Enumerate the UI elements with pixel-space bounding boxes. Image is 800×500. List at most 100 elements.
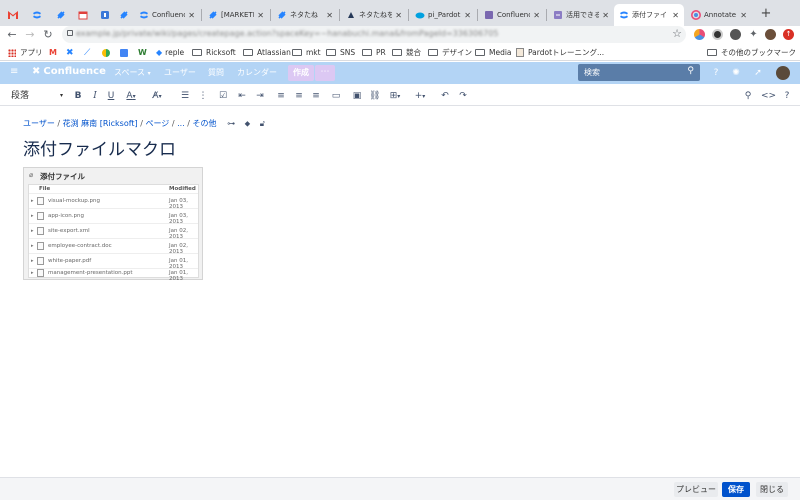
table-row[interactable]: ▸ white-paper.pdf Jan 01, 2013 xyxy=(29,253,198,270)
tag-icon[interactable]: ⬥ xyxy=(245,119,251,128)
close-tab-icon[interactable]: ✕ xyxy=(672,11,679,20)
expand-arrow-icon[interactable]: ▸ xyxy=(31,270,34,276)
close-button[interactable]: 閉じる xyxy=(756,482,788,497)
close-tab-icon[interactable]: ✕ xyxy=(257,11,264,20)
bookmark-folder-pr[interactable]: PR xyxy=(362,46,386,59)
redo-button[interactable]: ↷ xyxy=(458,89,468,103)
italic-button[interactable]: I xyxy=(90,89,100,103)
insert-image-button[interactable]: ▣ xyxy=(352,89,362,103)
notifications-icon[interactable]: ✺ xyxy=(729,66,743,80)
restrictions-lock-icon[interactable]: 🔓︎ xyxy=(260,119,265,128)
extension-icon[interactable] xyxy=(730,29,741,40)
tab[interactable]: [MARKETI ✕ xyxy=(203,4,269,26)
tab[interactable] xyxy=(27,4,49,26)
bold-button[interactable]: B xyxy=(73,89,83,103)
save-button[interactable]: 保存 xyxy=(722,482,750,497)
close-tab-icon[interactable]: ✕ xyxy=(464,11,471,20)
tab[interactable]: ネタたね ✕ xyxy=(272,4,338,26)
tab[interactable] xyxy=(51,4,73,26)
find-icon[interactable]: ⚲ xyxy=(742,89,754,103)
bookmark-folder-media[interactable]: Media xyxy=(475,46,512,59)
help-icon[interactable]: ? xyxy=(782,89,792,103)
indent-button[interactable]: ⇥ xyxy=(255,89,265,103)
create-button[interactable]: 作成 xyxy=(288,65,314,81)
breadcrumb-item[interactable]: 花渕 麻南 [Ricksoft] xyxy=(63,119,138,128)
tab[interactable]: Confluence ✕ xyxy=(479,4,545,26)
bookmark-jira[interactable]: ⟋ xyxy=(84,46,90,59)
page-tree-icon[interactable]: ⊶ xyxy=(227,119,235,128)
hamburger-menu-icon[interactable]: ≡ xyxy=(10,66,18,77)
bullet-list-button[interactable]: ☰ xyxy=(180,89,190,103)
update-icon[interactable]: ↑ xyxy=(783,29,794,40)
source-editor-icon[interactable]: <> xyxy=(761,89,776,103)
insert-link-button[interactable]: ⛓ xyxy=(369,89,380,103)
align-left-button[interactable]: ≡ xyxy=(276,89,286,103)
bookmark-folder-design[interactable]: デザイン xyxy=(428,46,472,59)
bookmark-folder-competitors[interactable]: 競合 xyxy=(392,46,421,59)
help-icon[interactable]: ? xyxy=(709,66,723,80)
bookmark-pardot[interactable]: Pardotトレーニング... xyxy=(516,46,604,59)
table-row[interactable]: ▸ management-presentation.ppt Jan 01, 20… xyxy=(29,268,198,282)
table-row[interactable]: ▸ employee-contract.doc Jan 02, 2013 xyxy=(29,238,198,255)
bookmark-gmail[interactable]: M xyxy=(49,46,57,59)
bookmark-folder-atlassian[interactable]: Atlassian xyxy=(243,46,291,59)
bookmark-reple[interactable]: ◆ reple xyxy=(156,46,184,59)
search-input[interactable]: 検索 ⚲ xyxy=(578,64,700,81)
tab[interactable] xyxy=(73,4,95,26)
preview-button[interactable]: プレビュー xyxy=(674,482,718,497)
forward-icon[interactable]: → xyxy=(22,27,38,43)
user-avatar[interactable] xyxy=(776,66,790,80)
expand-arrow-icon[interactable]: ▸ xyxy=(31,198,34,204)
confluence-logo[interactable]: ✖ Confluence xyxy=(32,66,106,77)
close-tab-icon[interactable]: ✕ xyxy=(395,11,402,20)
tab[interactable]: Annotate ✕ xyxy=(686,4,752,26)
table-row[interactable]: ▸ site-export.xml Jan 02, 2013 xyxy=(29,223,198,240)
reload-icon[interactable]: ↻ xyxy=(40,27,56,43)
more-formatting-button[interactable]: A̸▾ xyxy=(148,89,166,103)
breadcrumb-item[interactable]: その他 xyxy=(193,119,217,128)
nav-people[interactable]: ユーザー xyxy=(164,67,196,78)
paragraph-style-select[interactable]: 段落 ▾ xyxy=(11,89,63,103)
close-tab-icon[interactable]: ✕ xyxy=(326,11,333,20)
attachments-macro[interactable]: ⌀ 添付ファイル File Modified ▸ visual-mockup.p… xyxy=(23,167,203,282)
numbered-list-button[interactable]: ⋮ xyxy=(198,89,208,103)
bookmark-folder-ricksoft[interactable]: Ricksoft xyxy=(192,46,236,59)
breadcrumb-item[interactable]: ユーザー xyxy=(23,119,55,128)
underline-button[interactable]: U xyxy=(106,89,116,103)
tab[interactable] xyxy=(3,4,25,26)
nav-spaces[interactable]: スペース ▾ xyxy=(114,67,151,78)
tab-active[interactable]: 添付ファイ ✕ xyxy=(614,4,684,26)
bookmark-apps[interactable]: アプリ xyxy=(8,46,43,59)
align-center-button[interactable]: ≡ xyxy=(294,89,304,103)
outdent-button[interactable]: ⇤ xyxy=(237,89,247,103)
bookmark-app[interactable]: W xyxy=(138,46,147,59)
insert-more-button[interactable]: +▾ xyxy=(411,89,429,103)
task-list-button[interactable]: ☑ xyxy=(218,89,228,103)
close-tab-icon[interactable]: ✕ xyxy=(188,11,195,20)
bookmark-app[interactable] xyxy=(120,46,128,59)
expand-arrow-icon[interactable]: ▸ xyxy=(31,258,34,264)
insert-table-button[interactable]: ⊞▾ xyxy=(386,89,404,103)
annotate-extension-icon[interactable] xyxy=(694,29,705,40)
bookmark-folder-sns[interactable]: SNS xyxy=(326,46,355,59)
align-right-button[interactable]: ≡ xyxy=(311,89,321,103)
undo-button[interactable]: ↶ xyxy=(440,89,450,103)
back-icon[interactable]: ← xyxy=(4,27,20,43)
tab[interactable]: pi_Pardot ✕ xyxy=(410,4,476,26)
close-tab-icon[interactable]: ✕ xyxy=(602,11,609,20)
profile-avatar[interactable] xyxy=(765,29,776,40)
expand-arrow-icon[interactable]: ▸ xyxy=(31,213,34,219)
expand-arrow-icon[interactable]: ▸ xyxy=(31,228,34,234)
nav-questions[interactable]: 質問 xyxy=(208,67,224,78)
tab[interactable]: 活用できる ✕ xyxy=(548,4,614,26)
table-row[interactable]: ▸ visual-mockup.png Jan 03, 2013 xyxy=(29,193,198,210)
bookmark-app[interactable] xyxy=(102,46,110,59)
text-color-button[interactable]: A▾ xyxy=(124,89,138,103)
bookmark-confluence[interactable]: ✖ xyxy=(66,46,74,59)
page-title[interactable]: 添付ファイルマクロ xyxy=(23,135,176,160)
rocket-icon[interactable]: ➚ xyxy=(751,66,765,80)
breadcrumb-item[interactable]: ページ xyxy=(145,119,169,128)
create-more-button[interactable]: ⋯ xyxy=(315,65,335,81)
tab[interactable]: ネタたねを ✕ xyxy=(341,4,407,26)
expand-arrow-icon[interactable]: ▸ xyxy=(31,243,34,249)
